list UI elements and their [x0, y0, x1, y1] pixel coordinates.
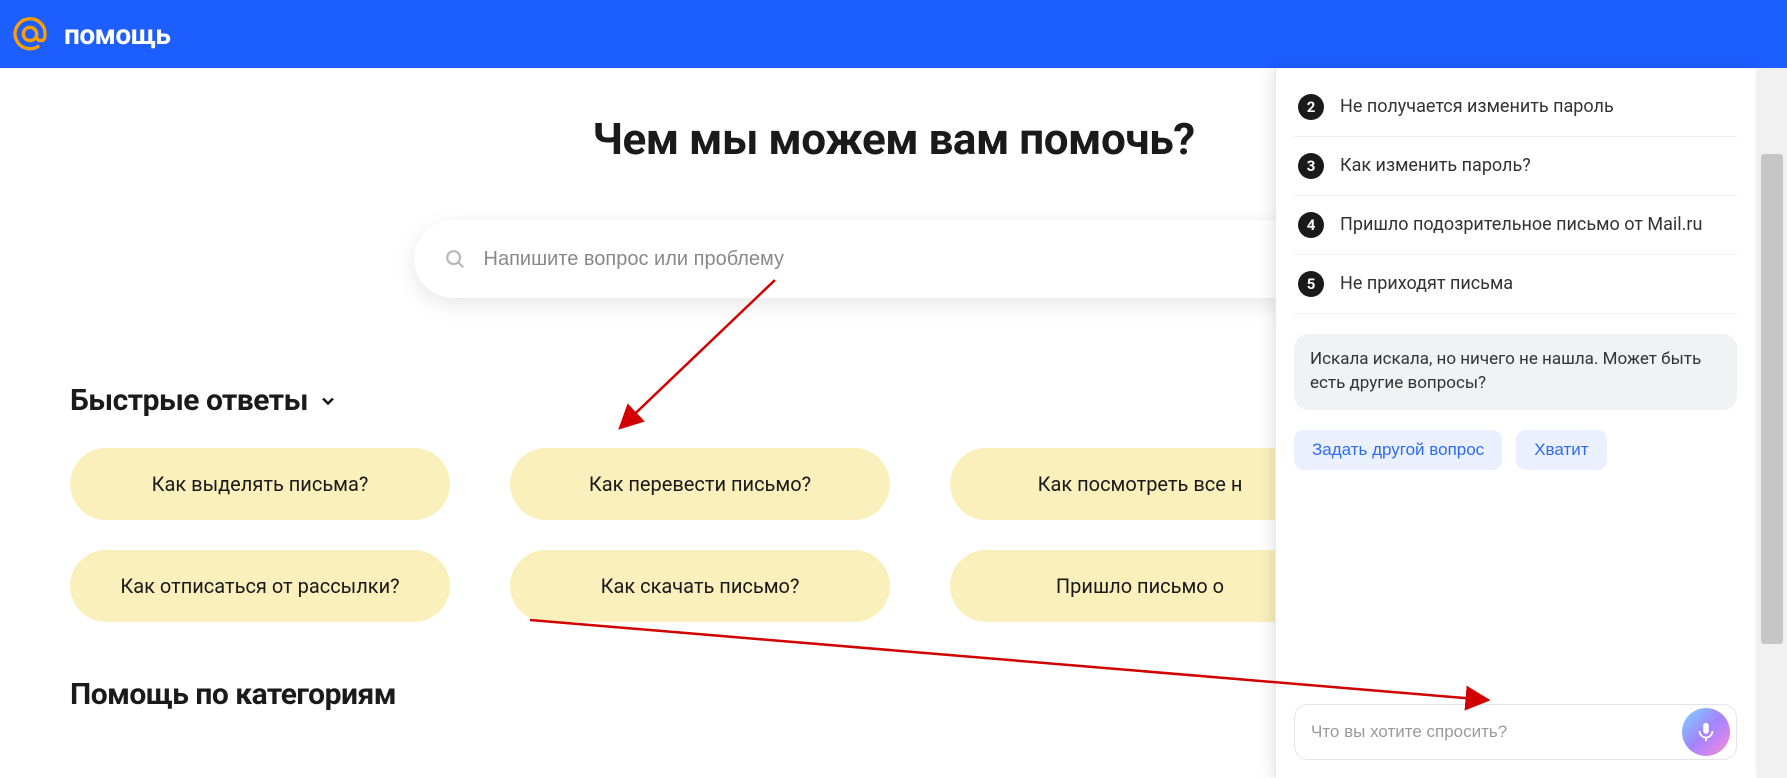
suggestion-number: 2: [1298, 94, 1324, 120]
chip-label: Как отписаться от рассылки?: [120, 574, 399, 598]
chat-panel: 2 Не получается изменить пароль 3 Как из…: [1275, 68, 1755, 778]
chip-label: Как выделять письма?: [152, 472, 369, 496]
chat-suggestion-item[interactable]: 3 Как изменить пароль?: [1294, 137, 1737, 196]
suggestion-number: 5: [1298, 271, 1324, 297]
suggestion-text: Не приходят письма: [1340, 272, 1513, 296]
quick-answers-title: Быстрые ответы: [70, 383, 308, 418]
quick-answer-chip[interactable]: Как выделять письма?: [70, 448, 450, 520]
chat-suggestion-list: 2 Не получается изменить пароль 3 Как из…: [1294, 78, 1737, 678]
microphone-button[interactable]: [1682, 708, 1730, 756]
chip-label: Пришло письмо о: [1056, 574, 1224, 598]
quick-answer-chip[interactable]: Пришло письмо о: [950, 550, 1330, 622]
chat-suggestion-item[interactable]: 2 Не получается изменить пароль: [1294, 78, 1737, 137]
suggestion-number: 3: [1298, 153, 1324, 179]
search-bar[interactable]: [414, 220, 1374, 298]
suggestion-text: Не получается изменить пароль: [1340, 95, 1614, 119]
chat-suggestion-item[interactable]: 4 Пришло подозрительное письмо от Mail.r…: [1294, 196, 1737, 255]
chip-label: Как посмотреть все н: [1038, 472, 1243, 496]
at-sign-icon: [10, 14, 50, 54]
chevron-down-icon: [318, 391, 338, 411]
assistant-message: Искала искала, но ничего не нашла. Может…: [1294, 334, 1737, 410]
brand-text: помощь: [64, 18, 170, 51]
quick-answer-chip[interactable]: Как перевести письмо?: [510, 448, 890, 520]
quick-answers-grid: Как выделять письма? Как перевести письм…: [70, 448, 1330, 622]
suggestion-text: Пришло подозрительное письмо от Mail.ru: [1340, 213, 1702, 237]
suggestion-text: Как изменить пароль?: [1340, 154, 1531, 178]
chip-label: Как скачать письмо?: [601, 574, 800, 598]
scrollbar-thumb[interactable]: [1761, 154, 1783, 644]
search-input[interactable]: [484, 248, 1344, 271]
suggestion-number: 4: [1298, 212, 1324, 238]
chat-input[interactable]: [1311, 722, 1668, 742]
ask-another-button[interactable]: Задать другой вопрос: [1294, 430, 1502, 470]
page-scrollbar[interactable]: [1757, 68, 1787, 778]
chip-label: Как перевести письмо?: [589, 472, 811, 496]
stop-button[interactable]: Хватит: [1516, 430, 1606, 470]
top-header: помощь: [0, 0, 1787, 68]
chat-suggestion-item[interactable]: 5 Не приходят письма: [1294, 255, 1737, 314]
search-icon: [444, 248, 466, 270]
quick-answer-chip[interactable]: Как отписаться от рассылки?: [70, 550, 450, 622]
chat-actions: Задать другой вопрос Хватит: [1294, 430, 1737, 470]
brand-logo[interactable]: помощь: [10, 14, 170, 54]
quick-answer-chip[interactable]: Как скачать письмо?: [510, 550, 890, 622]
chat-input-row: [1294, 704, 1737, 760]
quick-answer-chip[interactable]: Как посмотреть все н: [950, 448, 1330, 520]
microphone-icon: [1695, 721, 1717, 743]
